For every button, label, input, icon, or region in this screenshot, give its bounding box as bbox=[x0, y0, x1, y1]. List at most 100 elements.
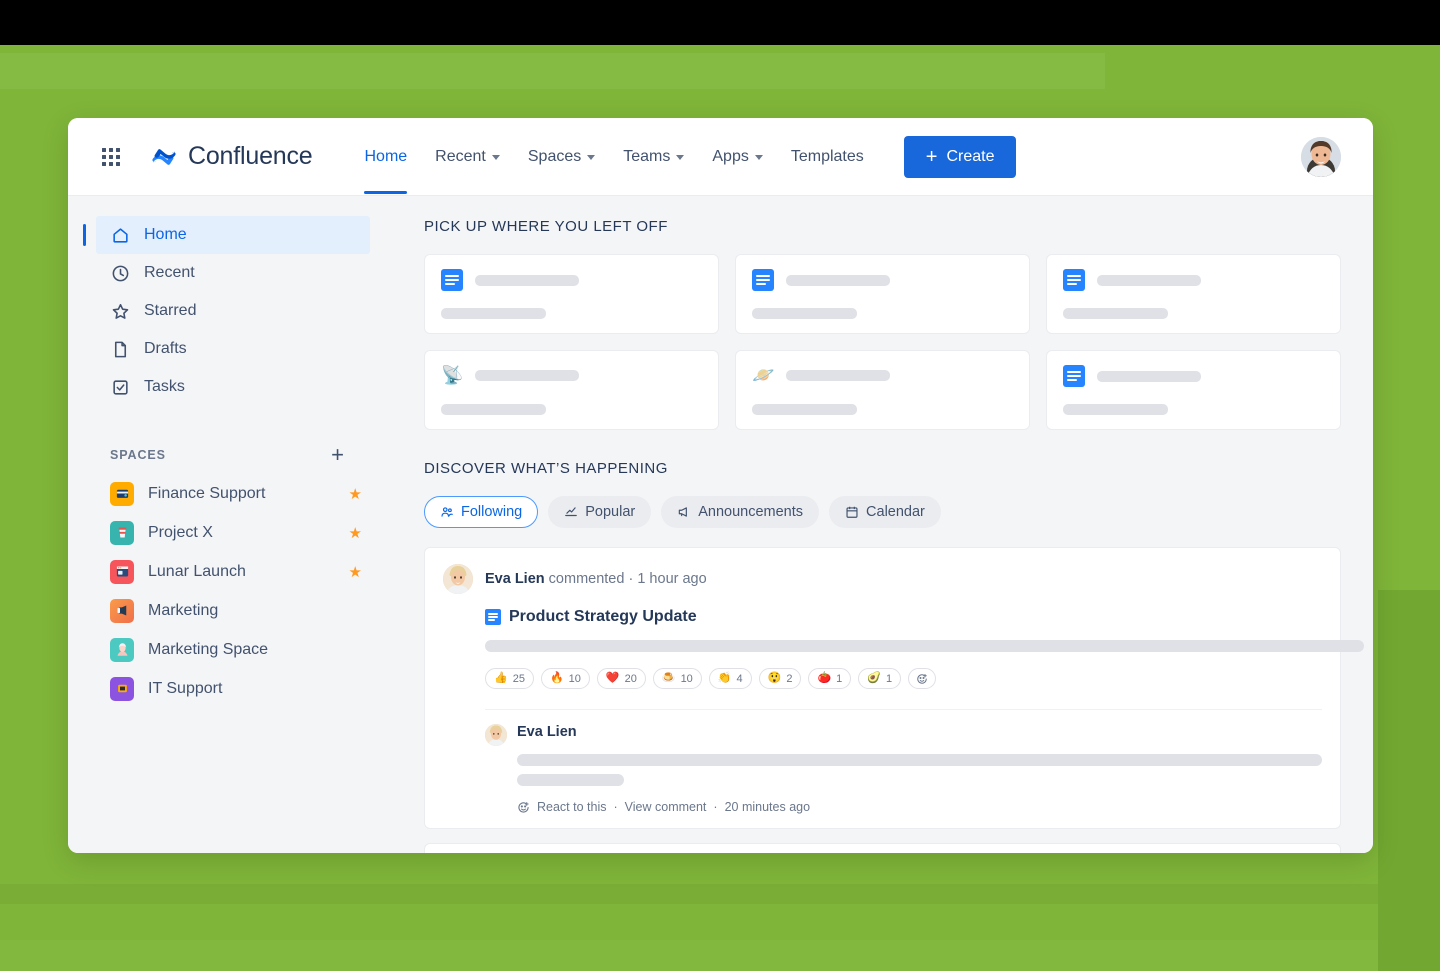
nav-item-teams[interactable]: Teams bbox=[609, 142, 698, 172]
reaction-heart[interactable]: ❤️ 20 bbox=[596, 668, 646, 689]
space-item-finance-support[interactable]: Finance Support ★ bbox=[110, 474, 362, 513]
tab-popular[interactable]: Popular bbox=[548, 496, 652, 528]
space-item-project-x[interactable]: Project X ★ bbox=[110, 513, 362, 552]
space-item-marketing-space[interactable]: Marketing Space bbox=[110, 630, 362, 669]
nav-item-spaces[interactable]: Spaces bbox=[514, 142, 609, 172]
comment-time: 20 minutes ago bbox=[724, 800, 811, 814]
nav-item-recent[interactable]: Recent bbox=[421, 142, 514, 172]
fire-emoji: 🔥 bbox=[549, 672, 564, 684]
star-filled-icon[interactable]: ★ bbox=[349, 524, 362, 542]
tab-label: Calendar bbox=[866, 504, 925, 520]
sidebar-item-home[interactable]: Home bbox=[83, 216, 370, 254]
brand-name: Confluence bbox=[188, 142, 313, 170]
clap-emoji: 👏 bbox=[717, 672, 732, 684]
satellite-antenna-emoji: 📡 bbox=[441, 365, 464, 385]
tab-label: Announcements bbox=[698, 504, 804, 520]
add-reaction-icon[interactable] bbox=[908, 668, 937, 689]
comment-author[interactable]: Eva Lien bbox=[517, 724, 1322, 740]
tab-calendar[interactable]: Calendar bbox=[829, 496, 941, 528]
avatar[interactable] bbox=[485, 724, 507, 746]
reaction-count: 4 bbox=[736, 672, 743, 685]
feed-item-next-partial[interactable] bbox=[424, 843, 1341, 853]
smiley-plus-icon[interactable] bbox=[517, 801, 530, 814]
pickup-card[interactable]: 📡 bbox=[424, 350, 719, 430]
create-button-label: Create bbox=[946, 147, 995, 165]
blue-document-icon bbox=[441, 269, 463, 291]
sidebar-item-label: Recent bbox=[144, 264, 195, 281]
plus-icon[interactable]: + bbox=[331, 444, 344, 466]
green-band-lower bbox=[0, 884, 1440, 904]
thumbs-up-emoji: 👍 bbox=[494, 672, 508, 684]
star-outline-icon bbox=[110, 301, 130, 321]
skeleton-sub-bar bbox=[1063, 404, 1168, 415]
reaction-astonished-face[interactable]: 😲 2 bbox=[758, 668, 802, 689]
react-to-this-link[interactable]: React to this bbox=[537, 800, 606, 814]
pickup-card[interactable] bbox=[1046, 350, 1341, 430]
space-label: Marketing Space bbox=[148, 640, 269, 658]
skeleton-title-bar bbox=[475, 370, 579, 381]
sidebar-item-tasks[interactable]: Tasks bbox=[96, 368, 370, 406]
reaction-clap[interactable]: 👏 4 bbox=[708, 668, 752, 689]
feed-author[interactable]: Eva Lien bbox=[485, 571, 545, 587]
coffee-cup-icon bbox=[110, 520, 134, 545]
calendar-icon bbox=[845, 505, 859, 519]
reaction-fire[interactable]: 🔥 10 bbox=[540, 668, 590, 689]
sidebar-item-recent[interactable]: Recent bbox=[96, 254, 370, 292]
pickup-card[interactable] bbox=[1046, 254, 1341, 334]
reaction-tomato[interactable]: 🍅 1 bbox=[808, 668, 852, 689]
skeleton-title-bar bbox=[1097, 274, 1201, 286]
discover-section-title: DISCOVER WHAT’S HAPPENING bbox=[424, 460, 668, 477]
people-icon bbox=[440, 505, 454, 519]
brand-logo-link[interactable]: Confluence bbox=[150, 142, 313, 171]
sidebar-item-label: Drafts bbox=[144, 340, 187, 357]
primary-nav-links: Home Recent Spaces Teams Apps Templates bbox=[350, 142, 878, 194]
skeleton-title-bar bbox=[786, 274, 890, 286]
star-filled-icon[interactable]: ★ bbox=[349, 485, 362, 503]
page-icon bbox=[110, 339, 130, 359]
space-item-marketing[interactable]: Marketing bbox=[110, 591, 362, 630]
reaction-custard[interactable]: 🍮 10 bbox=[652, 668, 702, 689]
chevron-down-icon bbox=[754, 155, 763, 160]
tab-label: Popular bbox=[585, 504, 636, 520]
clock-icon bbox=[110, 263, 130, 283]
nav-item-apps[interactable]: Apps bbox=[698, 142, 776, 172]
skeleton-title-bar bbox=[475, 274, 579, 286]
space-item-it-support[interactable]: IT Support bbox=[110, 669, 362, 708]
custard-emoji: 🍮 bbox=[661, 672, 676, 684]
pickup-card[interactable]: 🪐 bbox=[735, 350, 1030, 430]
feed-action: commented bbox=[548, 571, 625, 587]
skeleton-comment-bar-short bbox=[517, 774, 624, 786]
reaction-count: 1 bbox=[886, 672, 893, 685]
space-item-lunar-launch[interactable]: Lunar Launch ★ bbox=[110, 552, 362, 591]
nav-item-templates[interactable]: Templates bbox=[777, 142, 878, 172]
pickup-card[interactable] bbox=[424, 254, 719, 334]
star-filled-icon[interactable]: ★ bbox=[349, 563, 362, 581]
reaction-count: 20 bbox=[624, 672, 637, 685]
user-avatar[interactable] bbox=[1301, 136, 1341, 177]
sidebar-item-drafts[interactable]: Drafts bbox=[96, 330, 370, 368]
avatar[interactable] bbox=[443, 564, 473, 594]
tab-following[interactable]: Following bbox=[424, 496, 539, 528]
grid-menu-icon[interactable] bbox=[96, 142, 126, 172]
sidebar-item-label: Home bbox=[144, 226, 187, 243]
support-icon bbox=[110, 676, 134, 701]
skeleton-sub-bar bbox=[441, 404, 546, 415]
space-label: Lunar Launch bbox=[148, 562, 246, 580]
skeleton-body-bar bbox=[485, 640, 1364, 652]
view-comment-link[interactable]: View comment bbox=[625, 800, 707, 814]
reaction-avocado[interactable]: 🥑 1 bbox=[858, 668, 902, 689]
sidebar-item-starred[interactable]: Starred bbox=[96, 292, 370, 330]
skeleton-sub-bar bbox=[441, 308, 546, 319]
pickup-card[interactable] bbox=[735, 254, 1030, 334]
blue-document-icon bbox=[752, 269, 774, 291]
plus-icon: + bbox=[925, 145, 938, 168]
feed-time: 1 hour ago bbox=[637, 571, 707, 587]
person-icon bbox=[110, 637, 134, 662]
feed-page-link[interactable]: Product Strategy Update bbox=[485, 608, 1322, 626]
reaction-thumbs-up[interactable]: 👍 25 bbox=[485, 668, 534, 689]
tab-label: Following bbox=[461, 504, 523, 520]
tab-announcements[interactable]: Announcements bbox=[661, 496, 820, 528]
create-button[interactable]: + Create bbox=[903, 135, 1017, 178]
skeleton-sub-bar bbox=[752, 404, 857, 415]
nav-item-home[interactable]: Home bbox=[350, 142, 421, 194]
